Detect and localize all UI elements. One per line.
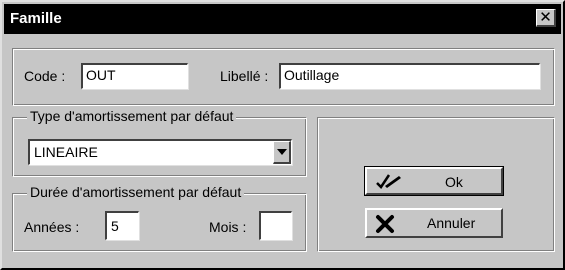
ok-button[interactable]: Ok <box>364 166 504 196</box>
mois-label: Mois : <box>209 219 247 235</box>
annees-label: Années : <box>24 219 80 235</box>
annees-field[interactable]: 5 <box>105 211 139 240</box>
type-select[interactable]: LINEAIRE <box>28 139 292 165</box>
mois-field[interactable] <box>259 211 292 240</box>
code-field[interactable]: OUT <box>81 63 188 89</box>
libelle-label: Libellé : <box>220 68 269 84</box>
duree-group-legend: Durée d'amortissement par défaut <box>27 184 245 200</box>
dialog-title: Famille <box>10 10 62 27</box>
chevron-down-icon[interactable] <box>273 141 291 164</box>
close-button[interactable]: ✕ <box>536 9 556 27</box>
type-group-legend: Type d'amortissement par défaut <box>27 108 237 124</box>
code-label: Code : <box>24 68 66 84</box>
title-bar[interactable]: Famille ✕ <box>4 4 561 34</box>
cancel-button[interactable]: Annuler <box>365 208 503 238</box>
libelle-field[interactable]: Outillage <box>279 63 540 89</box>
check-pencil-icon <box>375 171 403 194</box>
ok-label: Ok <box>445 174 463 190</box>
x-icon <box>375 214 395 237</box>
cancel-label: Annuler <box>427 215 476 231</box>
close-icon: ✕ <box>539 9 552 26</box>
type-select-value: LINEAIRE <box>34 144 98 160</box>
famille-dialog: Famille ✕ Code : OUT Libellé : Outillage… <box>0 0 565 270</box>
